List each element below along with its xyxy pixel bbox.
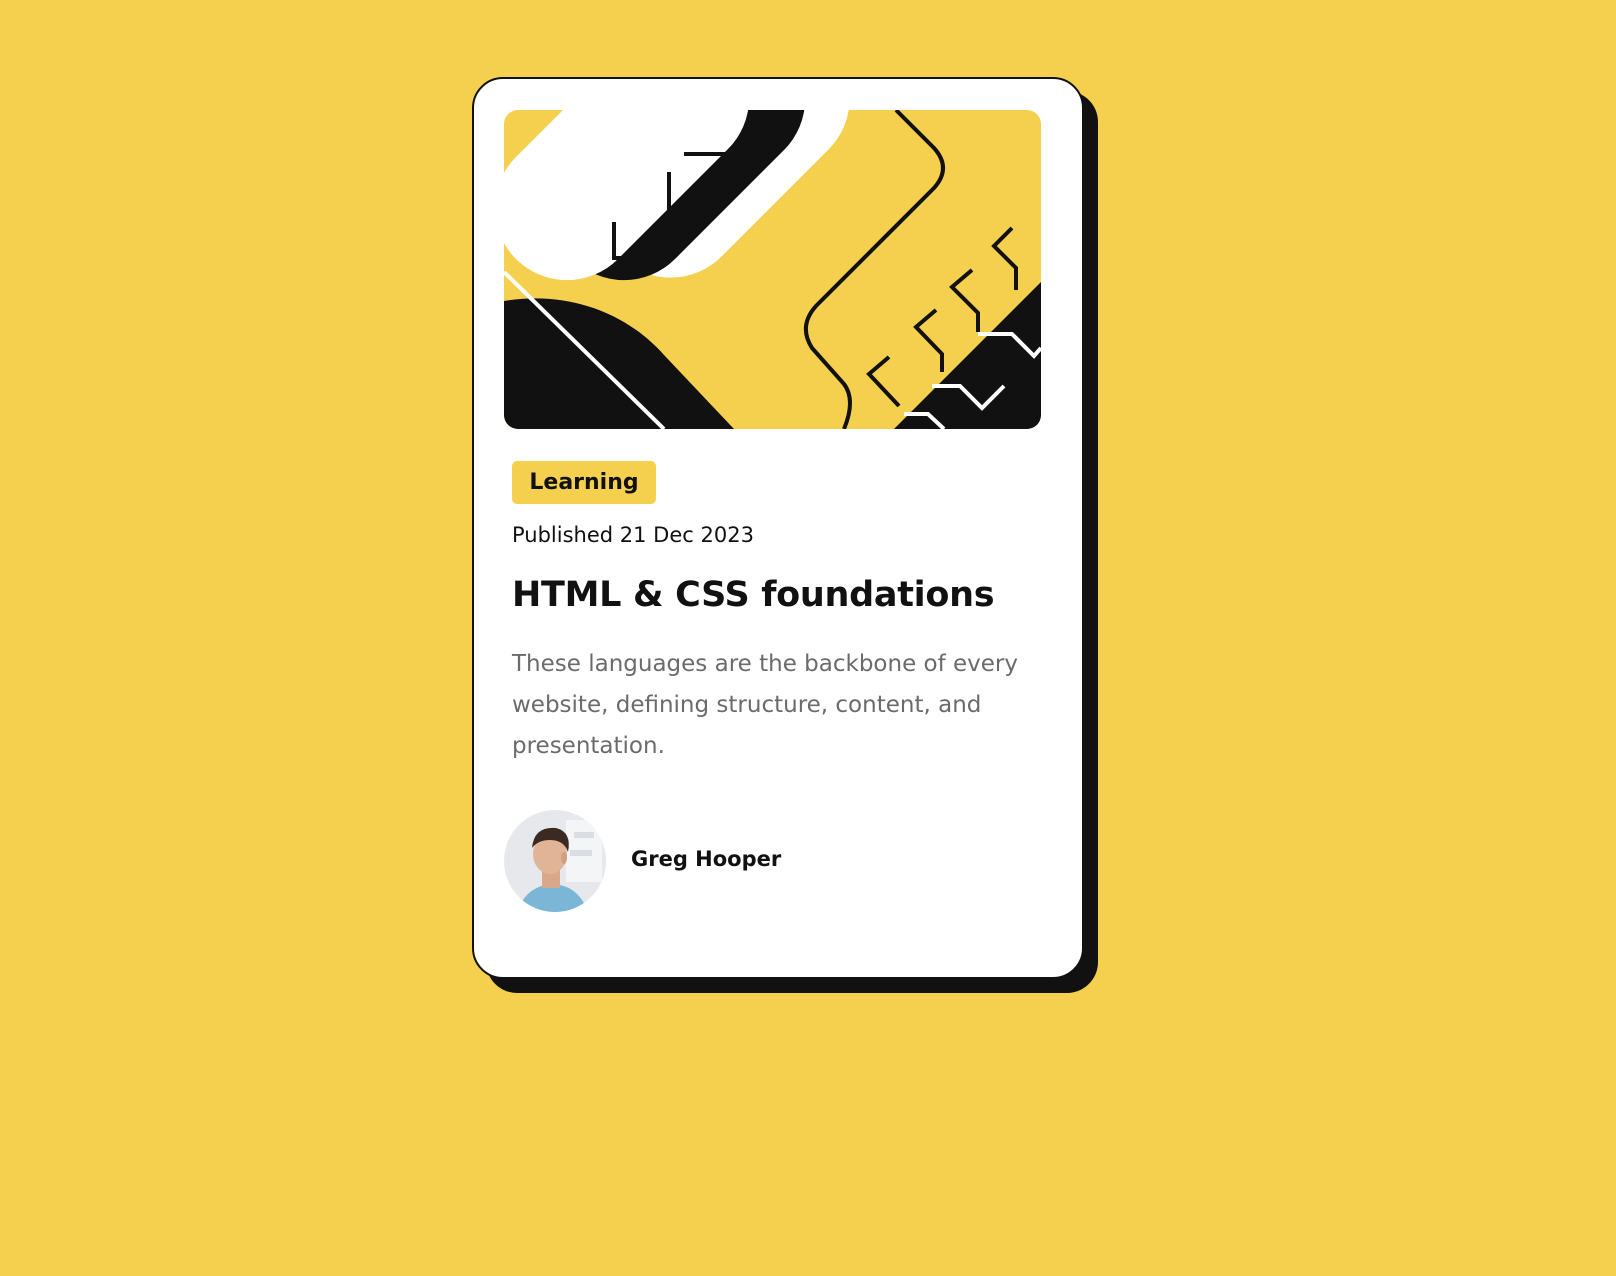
card-description: These languages are the backbone of ever… <box>512 651 1018 759</box>
avatar <box>504 810 606 912</box>
category-tag: Learning <box>512 461 656 504</box>
card-title[interactable]: HTML & CSS foundations <box>512 575 995 615</box>
hero-illustration <box>504 110 1041 429</box>
blog-preview-card: Learning Published 21 Dec 2023 HTML & CS… <box>472 77 1084 979</box>
author-name: Greg Hooper <box>631 847 782 871</box>
published-date: Published 21 Dec 2023 <box>512 523 754 547</box>
